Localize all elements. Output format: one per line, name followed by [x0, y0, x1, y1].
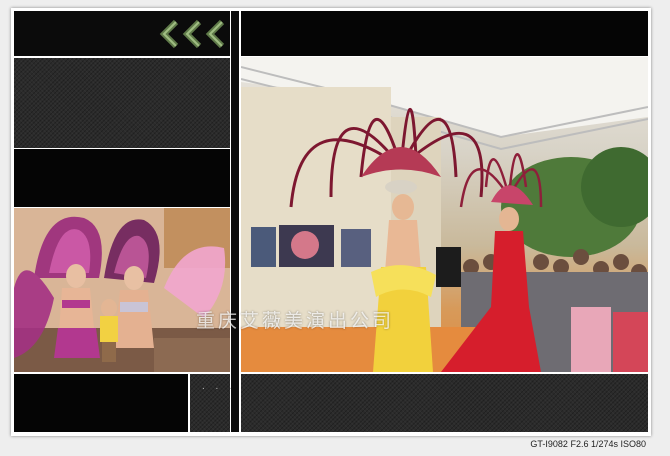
left-dark-panel	[14, 149, 230, 207]
top-left-header-bar	[14, 11, 230, 56]
photo-viewer-frame: . . .	[11, 8, 651, 436]
thumbnail-photo[interactable]	[14, 208, 230, 372]
vertical-divider	[231, 11, 239, 432]
bottom-right-texture-panel	[241, 374, 648, 432]
thumbnail-photo-art	[14, 208, 230, 372]
top-right-header-bar	[241, 11, 648, 56]
photo-watermark: 重庆艾薇美演出公司	[195, 310, 394, 332]
bottom-left-dark-panel	[14, 374, 188, 432]
triple-chevron-left-icon[interactable]	[154, 19, 230, 49]
left-texture-panel	[14, 58, 230, 148]
exif-caption: GT-I9082 F2.6 1/274s ISO80	[530, 439, 646, 449]
